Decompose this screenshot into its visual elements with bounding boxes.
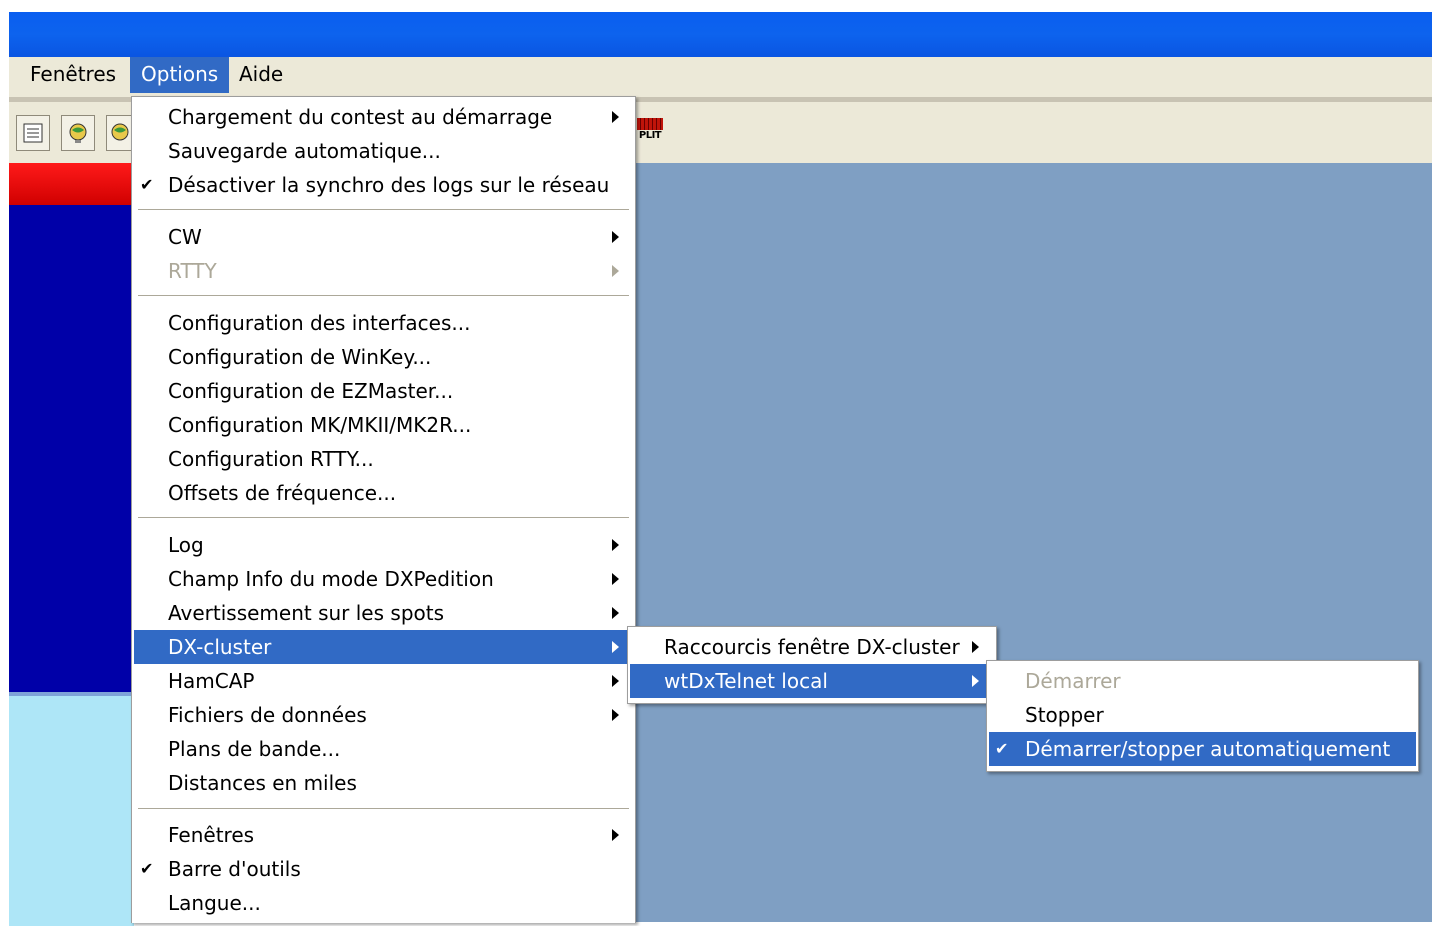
menu-item-wtdxtelnet-local[interactable]: wtDxTelnet local <box>630 664 994 698</box>
menu-item-demarrer[interactable]: Démarrer <box>989 664 1416 698</box>
menu-item-chargement-contest[interactable]: Chargement du contest au démarrage <box>134 100 633 134</box>
checkmark-icon: ✔ <box>140 175 154 194</box>
info-panel <box>9 692 134 926</box>
split-label: PLIT <box>638 130 662 141</box>
menu-item-fichiers-donnees[interactable]: Fichiers de données <box>134 698 633 732</box>
menu-item-hamcap[interactable]: HamCAP <box>134 664 633 698</box>
options-menu: Chargement du contest au démarrage Sauve… <box>131 96 636 923</box>
menu-item-config-winkey[interactable]: Configuration de WinKey... <box>134 340 633 374</box>
globe-button[interactable] <box>61 115 95 151</box>
menu-item-avertissement-spots[interactable]: Avertissement sur les spots <box>134 596 633 630</box>
globe-icon <box>111 123 129 141</box>
submenu-arrow-icon <box>972 641 979 653</box>
menu-separator <box>138 295 629 296</box>
submenu-arrow-icon <box>612 607 619 619</box>
log-window-button[interactable] <box>16 115 50 151</box>
menu-item-plans-bande[interactable]: Plans de bande... <box>134 732 633 766</box>
band-panel-header <box>9 163 134 205</box>
checkmark-icon: ✔ <box>995 739 1009 758</box>
wtdxtelnet-submenu: Démarrer Stopper ✔ Démarrer/stopper auto… <box>986 660 1419 772</box>
submenu-arrow-icon <box>612 265 619 277</box>
menu-item-demarrer-stopper-auto[interactable]: ✔ Démarrer/stopper automatiquement <box>989 732 1416 766</box>
submenu-arrow-icon <box>972 675 979 687</box>
menu-separator <box>138 209 629 210</box>
submenu-arrow-icon <box>612 709 619 721</box>
band-panel <box>9 205 134 692</box>
submenu-arrow-icon <box>612 539 619 551</box>
submenu-arrow-icon <box>612 111 619 123</box>
globe-icon <box>69 123 87 143</box>
globe-button-2[interactable] <box>106 115 134 151</box>
menu-item-distances-miles[interactable]: Distances en miles <box>134 766 633 800</box>
menu-fenetres[interactable]: Fenêtres <box>19 57 127 93</box>
menu-item-config-interfaces[interactable]: Configuration des interfaces... <box>134 306 633 340</box>
menu-item-stopper[interactable]: Stopper <box>989 698 1416 732</box>
menu-item-sauvegarde-auto[interactable]: Sauvegarde automatique... <box>134 134 633 168</box>
menu-item-barre-outils[interactable]: ✔ Barre d'outils <box>134 852 633 886</box>
menu-bar: Fenêtres Options Aide <box>9 57 1432 98</box>
menu-options[interactable]: Options <box>130 57 230 93</box>
menu-item-champ-info[interactable]: Champ Info du mode DXPedition <box>134 562 633 596</box>
menu-item-cw[interactable]: CW <box>134 220 633 254</box>
menu-item-desactiver-synchro[interactable]: ✔ Désactiver la synchro des logs sur le … <box>134 168 633 202</box>
log-list-icon <box>23 123 43 143</box>
menu-item-config-rtty[interactable]: Configuration RTTY... <box>134 442 633 476</box>
menu-aide[interactable]: Aide <box>228 57 294 93</box>
checkmark-icon: ✔ <box>140 859 154 878</box>
menu-item-offsets-frequence[interactable]: Offsets de fréquence... <box>134 476 633 510</box>
menu-separator <box>138 517 629 518</box>
submenu-arrow-icon <box>612 675 619 687</box>
menu-item-fenetres[interactable]: Fenêtres <box>134 818 633 852</box>
menu-item-langue[interactable]: Langue... <box>134 886 633 920</box>
menu-item-log[interactable]: Log <box>134 528 633 562</box>
menu-item-config-ezmaster[interactable]: Configuration de EZMaster... <box>134 374 633 408</box>
menu-item-dx-cluster[interactable]: DX-cluster <box>134 630 633 664</box>
split-button[interactable]: PLIT <box>636 118 664 148</box>
menu-separator <box>138 808 629 809</box>
submenu-arrow-icon <box>612 641 619 653</box>
submenu-arrow-icon <box>612 231 619 243</box>
split-icon <box>637 118 663 130</box>
submenu-arrow-icon <box>612 573 619 585</box>
title-bar <box>9 12 1432 57</box>
dx-cluster-submenu: Raccourcis fenêtre DX-cluster wtDxTelnet… <box>627 626 997 704</box>
menu-item-raccourcis-dx-cluster[interactable]: Raccourcis fenêtre DX-cluster <box>630 630 994 664</box>
menu-item-config-mk[interactable]: Configuration MK/MKII/MK2R... <box>134 408 633 442</box>
menu-item-rtty[interactable]: RTTY <box>134 254 633 288</box>
submenu-arrow-icon <box>612 829 619 841</box>
